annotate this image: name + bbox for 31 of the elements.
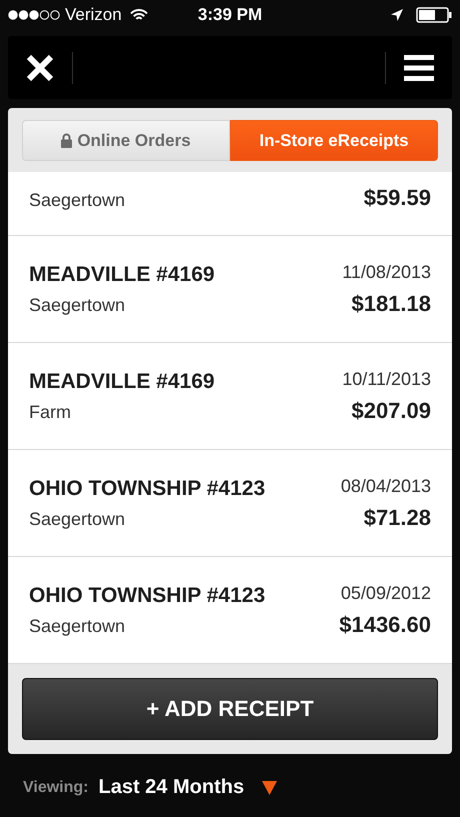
menu-button[interactable] xyxy=(404,54,434,82)
carrier-name: Verizon xyxy=(65,5,122,25)
receipt-date: 11/08/2013 xyxy=(342,262,431,282)
wifi-icon xyxy=(130,8,148,22)
receipt-location: Saegertown xyxy=(29,616,126,636)
store-name: MEADVILLE #4169 xyxy=(29,262,215,286)
receipt-date: 05/09/2012 xyxy=(340,582,431,604)
store-name: OHIO TOWNSHIP #4123 xyxy=(29,584,266,608)
receipt-location: Farm xyxy=(29,402,71,422)
close-button[interactable] xyxy=(26,54,54,82)
receipt-amount: $59.59 xyxy=(364,185,431,211)
receipt-amount: $1436.60 xyxy=(339,612,431,638)
tab[interactable]: Online Orders xyxy=(22,120,230,161)
add-receipt-button[interactable]: + ADD RECEIPT xyxy=(22,678,438,740)
receipt-location: Saegertown xyxy=(29,190,126,211)
caret-icon xyxy=(262,780,278,794)
signal-icon xyxy=(8,10,60,20)
status-time: 3:39 PM xyxy=(198,5,262,25)
receipt-location: Saegertown xyxy=(29,508,126,530)
receipt-location: Saegertown xyxy=(29,294,126,316)
receipt-amount: $181.18 xyxy=(351,290,431,316)
period-dropdown[interactable]: Last 24 Months xyxy=(98,776,278,799)
location-arrow-icon xyxy=(390,8,404,22)
receipt-date: 10/11/2013 xyxy=(342,368,431,390)
viewing-label: Viewing: xyxy=(23,778,88,796)
receipt-date: 08/04/2013 xyxy=(340,476,431,496)
battery-icon xyxy=(416,7,452,23)
receipt-amount: $207.09 xyxy=(351,398,431,424)
store-name: OHIO TOWNSHIP #4123 xyxy=(29,476,266,500)
receipt-amount: $71.28 xyxy=(364,504,431,530)
store-name: MEADVILLE #4169 xyxy=(29,370,215,394)
